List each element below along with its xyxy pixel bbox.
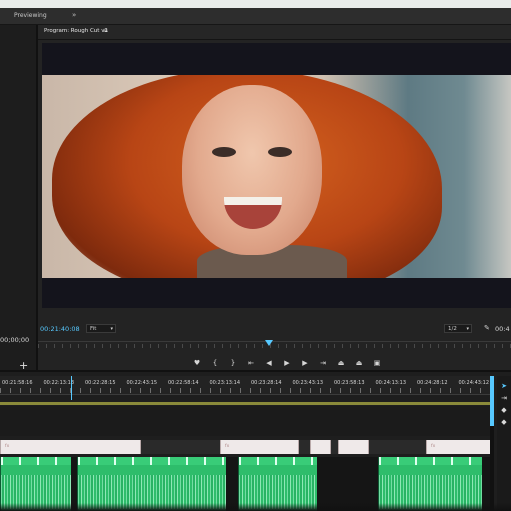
duration-timecode: 00:4 (495, 325, 510, 333)
play-icon[interactable]: ▶ (283, 359, 291, 367)
ruler-timecode-label: 00:22:43:15 (126, 380, 158, 386)
more-panels-icon[interactable]: » (72, 11, 76, 19)
screen-edge-shadow (0, 503, 511, 511)
tab-previewing[interactable]: Previewing (14, 12, 47, 19)
letterbox-bottom (42, 278, 511, 308)
ruler-timecode-label: 00:24:13:13 (375, 380, 407, 386)
clip-fx-badge: fx (431, 444, 436, 449)
ruler-timecode-label: 00:23:58:13 (334, 380, 365, 386)
ruler-timecode-label: 00:23:43:13 (292, 380, 324, 386)
video-track: fx fx fx (0, 440, 491, 454)
work-area-bar[interactable] (0, 402, 490, 405)
export-frame-icon[interactable]: ▣ (373, 359, 381, 367)
ruler-timecode-label: 00:22:58:14 (168, 380, 199, 386)
timeline-ruler[interactable]: 00:21:58:16 00:22:13:13 00:22:28:15 00:22:4… (0, 376, 490, 395)
scrollbar-thumb[interactable] (490, 376, 494, 426)
empty-tracks-area (0, 406, 490, 436)
transport-controls: ♥ {} ⇤ ◀ ▶ ▶ ⇥ ⏏ ⏏ ▣ (193, 358, 381, 368)
source-timecode[interactable]: 00;00;00 (0, 336, 29, 344)
frame-eye-right (268, 147, 292, 157)
ripple-edit-tool-icon[interactable]: ◆ (500, 406, 508, 414)
step-forward-icon[interactable]: ▶ (301, 359, 309, 367)
panel-menu-icon[interactable]: ≡ (103, 27, 108, 34)
source-panel: 00;00;00 + (0, 25, 38, 371)
video-frame (42, 75, 511, 278)
video-clip[interactable] (338, 440, 369, 454)
go-to-in-icon[interactable]: ⇤ (247, 359, 255, 367)
lift-icon[interactable]: ⏏ (337, 359, 345, 367)
track-gap (140, 440, 221, 454)
clip-fx-badge: fx (225, 444, 230, 449)
ruler-timecode-label: 00:23:28:14 (251, 380, 282, 386)
out-point-icon[interactable]: } (229, 359, 237, 367)
ruler-timecode-label: 00:22:13:13 (43, 380, 75, 386)
letterbox-top (42, 43, 511, 75)
chevron-down-icon: ▾ (466, 326, 469, 332)
ruler-timecode-label: 00:23:13:14 (209, 380, 241, 386)
step-back-icon[interactable]: ◀ (265, 359, 273, 367)
settings-wrench-icon[interactable]: ✎ (484, 324, 490, 332)
track-gap (368, 440, 427, 454)
selection-tool-icon[interactable]: ➤ (500, 382, 508, 390)
video-preview[interactable] (42, 43, 511, 308)
ruler-ticks (0, 388, 490, 393)
ruler-timecode-label: 00:24:43:12 (458, 380, 490, 386)
video-clip[interactable]: fx (426, 440, 491, 454)
zoom-level-select[interactable]: Fit ▾ (86, 324, 116, 333)
playhead-marker-icon[interactable] (265, 340, 273, 346)
clip-fx-badge: fx (5, 444, 10, 449)
extract-icon[interactable]: ⏏ (355, 359, 363, 367)
ruler-timecode-label: 00:22:28:15 (85, 380, 116, 386)
resolution-value: 1/2 (448, 326, 457, 332)
premiere-window: Previewing » 00;00;00 + Program: Rough C… (0, 8, 511, 511)
razor-tool-icon[interactable]: ◆ (500, 418, 508, 426)
ruler-timecode-label: 00:24:28:12 (417, 380, 448, 386)
video-clip[interactable]: fx (220, 440, 299, 454)
frame-face (182, 85, 322, 255)
timeline-scrollbar[interactable] (490, 376, 494, 511)
program-header: Program: Rough Cut v1 ≡ (38, 25, 511, 40)
frame-smile (224, 197, 282, 229)
timeline-panel: 00:21:58:16 00:22:13:13 00:22:28:15 00:22:4… (0, 370, 511, 511)
program-monitor: Program: Rough Cut v1 ≡ 00:21:40:08 Fit … (38, 25, 511, 370)
program-monitor-title[interactable]: Program: Rough Cut v1 (44, 28, 108, 34)
video-clip[interactable] (310, 440, 331, 454)
monitor-scrub-bar[interactable] (38, 340, 511, 352)
track-select-tool-icon[interactable]: ⇥ (500, 394, 508, 402)
ruler-timecode-label: 00:21:58:16 (2, 380, 33, 386)
timeline-playhead[interactable] (71, 376, 72, 400)
frame-eye-left (212, 147, 236, 157)
video-clip[interactable]: fx (0, 440, 141, 454)
panel-header-bar: Previewing » (0, 8, 511, 25)
chevron-down-icon: ▾ (110, 326, 113, 332)
zoom-level-value: Fit (90, 326, 97, 332)
monitor-controls: 00:21:40:08 Fit ▾ 1/2 ▾ ✎ 00:4 (38, 323, 511, 337)
in-point-icon[interactable]: { (211, 359, 219, 367)
tools-panel: ➤ ⇥ ◆ ◆ (497, 376, 511, 511)
marker-icon[interactable]: ♥ (193, 359, 201, 367)
go-to-out-icon[interactable]: ⇥ (319, 359, 327, 367)
playhead-timecode[interactable]: 00:21:40:08 (40, 325, 80, 333)
scrub-ticks (38, 344, 511, 348)
playback-resolution-select[interactable]: 1/2 ▾ (444, 324, 472, 333)
